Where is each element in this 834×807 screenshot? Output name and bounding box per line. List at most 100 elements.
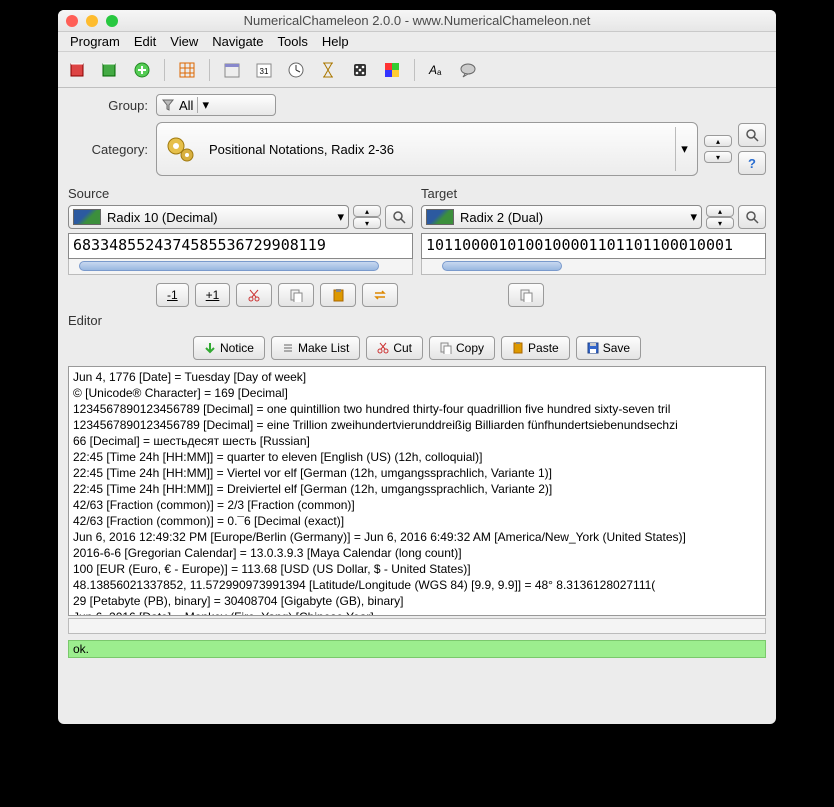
source-copy-button[interactable] [278,283,314,307]
source-label: Source [68,186,413,201]
source-unit-combo[interactable]: Radix 10 (Decimal) ▾ [68,205,349,229]
svg-text:A: A [428,63,437,77]
plus-one-button[interactable]: +1 [195,283,231,307]
group-label: Group: [68,98,148,113]
copy-icon [519,288,533,302]
swap-icon [373,288,387,302]
svg-text:31: 31 [260,67,269,76]
editor-save-button[interactable]: Save [576,336,641,360]
list-icon [282,342,294,354]
editor-label: Editor [58,311,776,330]
date-icon[interactable]: 31 [252,58,276,82]
world-flag-icon [73,209,101,225]
zoom-icon[interactable] [106,15,118,27]
editor-line: 22:45 [Time 24h [HH:MM]] = quarter to el… [73,449,761,465]
close-icon[interactable] [66,15,78,27]
text-icon[interactable]: Aa [425,58,449,82]
menu-view[interactable]: View [164,33,204,50]
source-paste-button[interactable] [320,283,356,307]
editor-line: 1234567890123456789 [Decimal] = eine Tri… [73,417,761,433]
scissors-icon [377,342,389,354]
target-unit-up[interactable]: ▴ [706,205,734,217]
editor-line: 42/63 [Fraction (common)] = 2/3 [Fractio… [73,497,761,513]
editor-line: 48.13856021337852, 11.572990973991394 [L… [73,577,761,593]
target-unit-combo[interactable]: Radix 2 (Dual) ▾ [421,205,702,229]
target-scrollbar[interactable] [421,259,766,275]
menu-help[interactable]: Help [316,33,355,50]
editor-cut-button[interactable]: Cut [366,336,423,360]
save-icon [587,342,599,354]
editor-line: Jun 6, 2016 [Date] = Monkey (Fire, Yang)… [73,609,761,616]
source-cut-button[interactable] [236,283,272,307]
cat-up-button[interactable]: ▴ [704,135,732,147]
menubar: Program Edit View Navigate Tools Help [58,32,776,52]
target-label: Target [421,186,766,201]
clock-icon[interactable] [284,58,308,82]
chevron-down-icon: ▾ [675,127,693,171]
make-list-button[interactable]: Make List [271,336,360,360]
source-unit: Radix 10 (Decimal) [107,210,218,225]
clipboard-icon [512,342,524,354]
chevron-down-icon: ▾ [690,209,697,225]
target-unit: Radix 2 (Dual) [460,210,543,225]
chevron-down-icon: ▾ [337,209,344,225]
swap-button[interactable] [362,283,398,307]
down-arrow-icon [204,342,216,354]
editor-line: 66 [Decimal] = шестьдесят шесть [Russian… [73,433,761,449]
calendar-icon[interactable] [220,58,244,82]
editor-copy-button[interactable]: Copy [429,336,495,360]
cat-help-button[interactable]: ? [738,151,766,175]
category-value: Positional Notations, Radix 2-36 [209,142,394,157]
copy-icon [289,288,303,302]
editor-line: 22:45 [Time 24h [HH:MM]] = Dreiviertel e… [73,481,761,497]
source-search-button[interactable] [385,205,413,229]
grid-icon[interactable] [175,58,199,82]
hourglass-icon[interactable] [316,58,340,82]
minus-one-button[interactable]: -1 [156,283,189,307]
svg-text:a: a [437,68,442,77]
speak-icon[interactable] [457,58,481,82]
target-copy-button[interactable] [508,283,544,307]
search-icon [745,128,759,142]
toolbar: 31 Aa [58,52,776,88]
editor-scrollbar[interactable] [68,618,766,634]
window-title: NumericalChameleon 2.0.0 - www.Numerical… [58,13,776,28]
gears-icon [165,133,197,165]
status-bar: ok. [68,640,766,658]
editor-line: © [Unicode® Character] = 169 [Decimal] [73,385,761,401]
editor-line: 2016-6-6 [Gregorian Calendar] = 13.0.3.9… [73,545,761,561]
book-green-icon[interactable] [98,58,122,82]
group-value: All [179,98,193,113]
clipboard-icon [331,288,345,302]
group-combo[interactable]: All ▾ [156,94,276,116]
funnel-icon [161,98,175,112]
editor-paste-button[interactable]: Paste [501,336,570,360]
editor-line: 22:45 [Time 24h [HH:MM]] = Viertel vor e… [73,465,761,481]
category-label: Category: [68,142,148,157]
editor-textarea[interactable]: Jun 4, 1776 [Date] = Tuesday [Day of wee… [68,366,766,616]
target-search-button[interactable] [738,205,766,229]
menu-program[interactable]: Program [64,33,126,50]
source-scrollbar[interactable] [68,259,413,275]
minimize-icon[interactable] [86,15,98,27]
editor-line: 29 [Petabyte (PB), binary] = 30408704 [G… [73,593,761,609]
book-red-icon[interactable] [66,58,90,82]
menu-navigate[interactable]: Navigate [206,33,269,50]
color-icon[interactable] [380,58,404,82]
source-unit-down[interactable]: ▾ [353,217,381,229]
cat-down-button[interactable]: ▾ [704,151,732,163]
titlebar: NumericalChameleon 2.0.0 - www.Numerical… [58,10,776,32]
source-value-field[interactable]: 6833485524374585536729908119 [68,233,413,259]
help-icon: ? [748,156,756,171]
add-green-icon[interactable] [130,58,154,82]
target-value-field: 1011000010100100001101101100010001 [421,233,766,259]
menu-tools[interactable]: Tools [272,33,314,50]
notice-button[interactable]: Notice [193,336,265,360]
cat-search-button[interactable] [738,123,766,147]
category-combo[interactable]: Positional Notations, Radix 2-36 ▾ [156,122,698,176]
target-unit-down[interactable]: ▾ [706,217,734,229]
source-unit-up[interactable]: ▴ [353,205,381,217]
dice-icon[interactable] [348,58,372,82]
copy-icon [440,342,452,354]
menu-edit[interactable]: Edit [128,33,162,50]
